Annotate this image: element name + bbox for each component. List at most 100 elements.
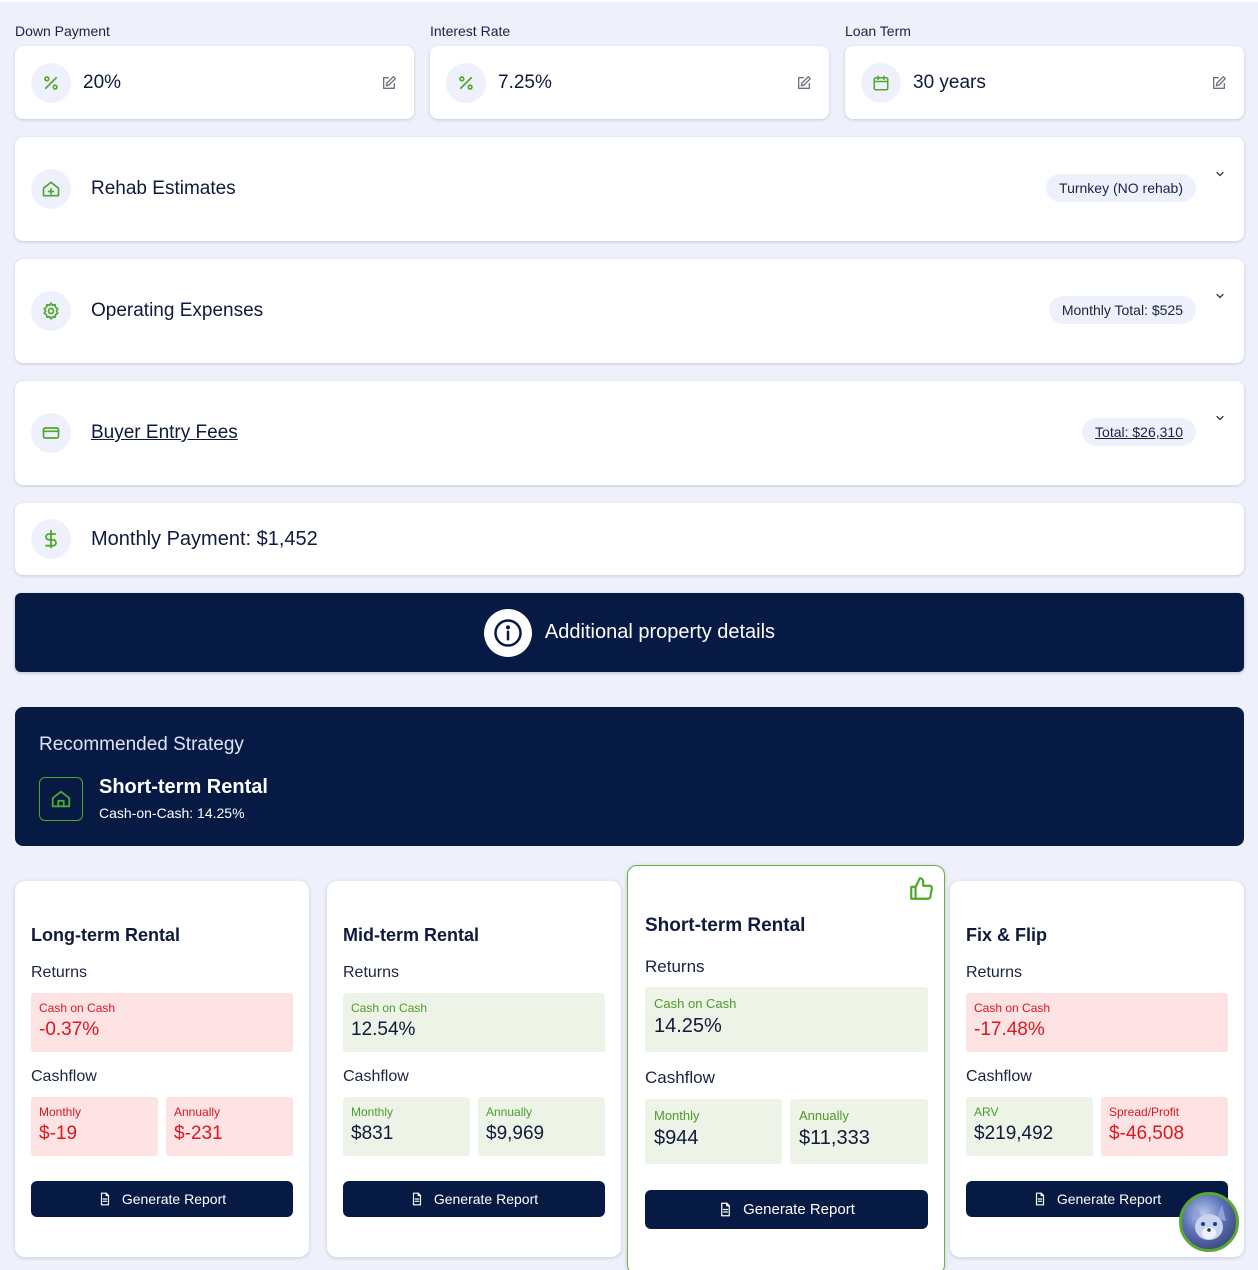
chevron-down-icon[interactable] xyxy=(1212,290,1228,306)
interest-rate-label: Interest Rate xyxy=(430,23,511,39)
metric-label: Spread/Profit xyxy=(1109,1105,1180,1119)
document-icon xyxy=(100,1192,109,1206)
metric-label: Cash on Cash xyxy=(974,1001,1051,1015)
metric-label: Monthly xyxy=(351,1105,394,1119)
down-payment-field[interactable]: 20% xyxy=(15,46,414,119)
returns-label: Returns xyxy=(966,964,1023,981)
metric-value: -0.37% xyxy=(39,1019,100,1040)
interest-rate-group: Interest Rate 7.25% xyxy=(430,22,829,119)
recommended-strategy-name: Short-term Rental xyxy=(99,776,268,798)
metric-value: $831 xyxy=(351,1123,394,1144)
cashflow-label: Cashflow xyxy=(966,1068,1032,1085)
strategy-card-short-term: Short-term Rental Returns Cash on Cash 1… xyxy=(627,865,945,1270)
cash-on-cash-metric: Cash on Cash 14.25% xyxy=(645,987,928,1052)
metric-value: $-19 xyxy=(39,1123,78,1144)
annually-metric: Annually $9,969 xyxy=(478,1097,605,1156)
generate-report-label: Generate Report xyxy=(1056,1191,1162,1207)
top-edge xyxy=(0,0,1258,2)
metric-label: Annually xyxy=(799,1108,849,1123)
house-icon xyxy=(39,776,83,821)
loan-term-group: Loan Term 30 years xyxy=(845,22,1244,119)
recommended-strategy-panel: Recommended Strategy Short-term Rental C… xyxy=(15,707,1244,846)
metric-value: $9,969 xyxy=(486,1123,545,1144)
annually-metric: Annually $11,333 xyxy=(790,1099,928,1164)
thumbs-up-icon xyxy=(908,876,934,902)
metric-value: -17.48% xyxy=(974,1019,1045,1040)
metric-value: 14.25% xyxy=(654,1015,722,1037)
interest-rate-field[interactable]: 7.25% xyxy=(430,46,829,119)
rehab-status-badge: Turnkey (NO rehab) xyxy=(1046,174,1196,202)
generate-report-label: Generate Report xyxy=(743,1201,855,1218)
cash-on-cash-metric: Cash on Cash -0.37% xyxy=(31,993,293,1052)
metric-value: $-231 xyxy=(174,1123,223,1144)
document-icon xyxy=(721,1202,730,1217)
entry-fees-total-badge: Total: $26,310 xyxy=(1082,418,1196,446)
calendar-icon xyxy=(861,62,901,103)
dollar-icon xyxy=(31,519,71,559)
chevron-down-icon[interactable] xyxy=(1212,412,1228,428)
metric-label: Monthly xyxy=(39,1105,82,1119)
recommended-strategy-metric: Cash-on-Cash: 14.25% xyxy=(99,805,245,821)
buyer-entry-fees-row[interactable]: Buyer Entry Fees Total: $26,310 xyxy=(15,381,1244,485)
operating-expenses-title: Operating Expenses xyxy=(91,300,264,321)
gear-icon xyxy=(31,291,71,331)
credit-card-icon xyxy=(31,413,71,453)
metric-value: $11,333 xyxy=(799,1127,870,1149)
additional-details-button[interactable]: Additional property details xyxy=(15,593,1244,672)
rehab-estimates-row[interactable]: Rehab Estimates Turnkey (NO rehab) xyxy=(15,137,1244,241)
loan-term-field[interactable]: 30 years xyxy=(845,46,1244,119)
metric-label: Cash on Cash xyxy=(351,1001,428,1015)
down-payment-group: Down Payment 20% xyxy=(15,22,414,119)
loan-term-value: 30 years xyxy=(913,71,986,93)
cashflow-label: Cashflow xyxy=(31,1068,97,1085)
strategy-card-long-term: Long-term Rental Returns Cash on Cash -0… xyxy=(15,881,309,1257)
buyer-entry-fees-title[interactable]: Buyer Entry Fees xyxy=(91,422,1082,444)
card-title: Mid-term Rental xyxy=(343,925,480,945)
metric-value: $-46,508 xyxy=(1109,1123,1185,1144)
document-icon xyxy=(412,1192,421,1206)
metric-label: Annually xyxy=(174,1105,221,1119)
cashflow-label: Cashflow xyxy=(343,1068,409,1085)
document-icon xyxy=(1035,1192,1044,1206)
operating-total-badge: Monthly Total: $525 xyxy=(1048,296,1196,324)
operating-expenses-row[interactable]: Operating Expenses Monthly Total: $525 xyxy=(15,259,1244,363)
returns-label: Returns xyxy=(31,964,88,981)
interest-rate-value: 7.25% xyxy=(498,71,552,93)
cashflow-label: Cashflow xyxy=(645,1068,715,1087)
chevron-down-icon[interactable] xyxy=(1212,168,1228,184)
metric-label: Monthly xyxy=(654,1108,700,1123)
house-plus-icon xyxy=(31,169,71,209)
card-title: Short-term Rental xyxy=(645,915,806,936)
edit-icon[interactable] xyxy=(1210,74,1228,92)
cash-on-cash-metric: Cash on Cash 12.54% xyxy=(343,993,605,1052)
arv-metric: ARV $219,492 xyxy=(966,1097,1093,1156)
wolf-avatar-icon xyxy=(1192,1205,1226,1240)
additional-details-label: Additional property details xyxy=(544,621,776,643)
generate-report-button[interactable]: Generate Report xyxy=(645,1190,928,1229)
down-payment-label: Down Payment xyxy=(15,23,110,39)
edit-icon[interactable] xyxy=(380,74,398,92)
monthly-metric: Monthly $-19 xyxy=(31,1097,158,1156)
generate-report-label: Generate Report xyxy=(433,1191,539,1207)
down-payment-value: 20% xyxy=(83,71,122,93)
generate-report-button[interactable]: Generate Report xyxy=(31,1181,293,1217)
monthly-metric: Monthly $944 xyxy=(645,1099,782,1164)
returns-label: Returns xyxy=(645,957,705,976)
monthly-metric: Monthly $831 xyxy=(343,1097,470,1156)
edit-icon[interactable] xyxy=(795,74,813,92)
annually-metric: Annually $-231 xyxy=(166,1097,293,1156)
generate-report-button[interactable]: Generate Report xyxy=(343,1181,605,1217)
generate-report-label: Generate Report xyxy=(121,1191,227,1207)
recommended-strategy-heading: Recommended Strategy xyxy=(39,734,244,755)
percent-icon xyxy=(446,62,486,103)
metric-value: $219,492 xyxy=(974,1123,1054,1144)
returns-label: Returns xyxy=(343,964,400,981)
assistant-avatar-button[interactable] xyxy=(1179,1192,1239,1252)
rehab-estimates-title: Rehab Estimates xyxy=(91,178,236,199)
monthly-payment-row: Monthly Payment: $1,452 xyxy=(15,503,1244,575)
metric-label: Cash on Cash xyxy=(654,996,737,1011)
card-title: Fix & Flip xyxy=(966,925,1047,945)
loan-term-label: Loan Term xyxy=(845,23,911,39)
strategy-card-mid-term: Mid-term Rental Returns Cash on Cash 12.… xyxy=(327,881,621,1257)
info-icon xyxy=(483,608,532,657)
